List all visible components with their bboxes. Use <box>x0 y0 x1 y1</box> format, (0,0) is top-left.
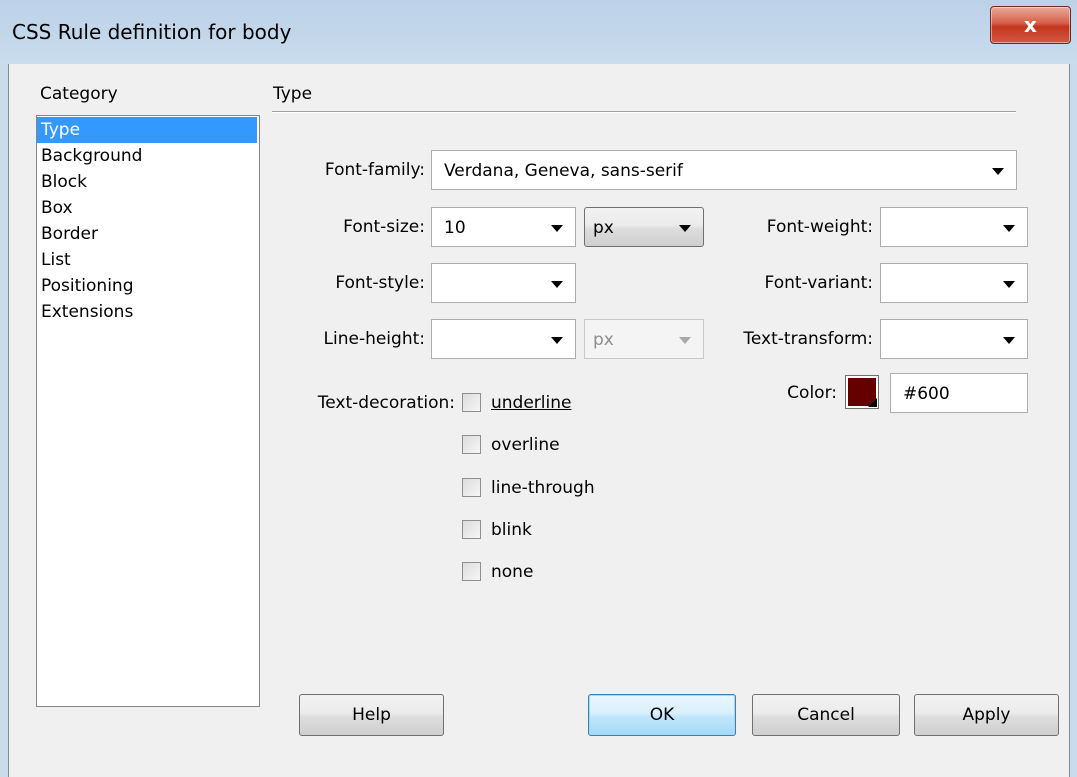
chevron-down-icon <box>679 225 691 232</box>
category-item-border[interactable]: Border <box>37 221 257 247</box>
color-label: Color: <box>787 383 837 403</box>
close-icon: x <box>1024 13 1037 37</box>
category-item-background[interactable]: Background <box>37 143 257 169</box>
color-picker-button[interactable] <box>845 375 879 409</box>
font-variant-label: Font-variant: <box>764 273 873 293</box>
font-weight-label: Font-weight: <box>766 217 873 237</box>
font-family-value: Verdana, Geneva, sans-serif <box>444 161 683 181</box>
underline-checkbox[interactable] <box>462 393 481 412</box>
line-height-unit-select: px <box>584 319 704 359</box>
font-family-select[interactable]: Verdana, Geneva, sans-serif <box>431 150 1017 190</box>
chevron-down-icon <box>679 337 691 344</box>
close-button[interactable]: x <box>990 6 1071 44</box>
category-item-list[interactable]: List <box>37 247 257 273</box>
help-button-label: Help <box>352 705 391 725</box>
font-weight-select[interactable] <box>880 207 1028 247</box>
category-item-extensions[interactable]: Extensions <box>37 299 257 325</box>
cancel-button-label: Cancel <box>797 705 855 725</box>
font-size-select[interactable]: 10 <box>431 207 576 247</box>
none-checkbox[interactable] <box>462 562 481 581</box>
chevron-down-icon <box>1003 225 1015 232</box>
ok-button[interactable]: OK <box>588 694 736 736</box>
panel-title: Type <box>273 84 313 104</box>
dropdown-corner-icon <box>868 398 877 407</box>
font-variant-select[interactable] <box>880 263 1028 303</box>
font-style-select[interactable] <box>431 263 576 303</box>
window-frame-right <box>1069 64 1077 777</box>
line-height-unit-value: px <box>593 330 614 350</box>
font-size-value: 10 <box>444 218 466 238</box>
apply-button-label: Apply <box>962 705 1011 725</box>
category-item-box[interactable]: Box <box>37 195 257 221</box>
chevron-down-icon <box>551 225 563 232</box>
color-input[interactable]: #600 <box>890 373 1028 413</box>
category-item-positioning[interactable]: Positioning <box>37 273 257 299</box>
window-frame-left <box>0 64 9 777</box>
underline-label[interactable]: underline <box>491 393 571 413</box>
font-style-label: Font-style: <box>335 273 425 293</box>
category-list[interactable]: Type Background Block Box Border List Po… <box>36 115 260 707</box>
panel-divider <box>272 111 1016 113</box>
text-transform-label: Text-transform: <box>743 329 873 349</box>
font-size-unit-select[interactable]: px <box>584 207 704 247</box>
line-through-checkbox[interactable] <box>462 478 481 497</box>
category-item-type[interactable]: Type <box>37 117 257 143</box>
category-header: Category <box>40 84 118 104</box>
chevron-down-icon <box>551 281 563 288</box>
cancel-button[interactable]: Cancel <box>752 694 900 736</box>
overline-label[interactable]: overline <box>491 435 560 455</box>
apply-button[interactable]: Apply <box>914 694 1059 736</box>
line-height-label: Line-height: <box>323 329 425 349</box>
category-item-block[interactable]: Block <box>37 169 257 195</box>
chevron-down-icon <box>1003 337 1015 344</box>
font-family-label: Font-family: <box>324 160 425 180</box>
blink-checkbox[interactable] <box>462 520 481 539</box>
help-button[interactable]: Help <box>299 694 444 736</box>
font-size-unit-value: px <box>593 218 614 238</box>
overline-checkbox[interactable] <box>462 435 481 454</box>
text-decoration-label: Text-decoration: <box>317 393 455 413</box>
font-size-label: Font-size: <box>343 217 425 237</box>
none-label[interactable]: none <box>491 562 533 582</box>
ok-button-label: OK <box>649 705 675 725</box>
window-title: CSS Rule definition for body <box>12 20 292 44</box>
line-height-select[interactable] <box>431 319 576 359</box>
text-transform-select[interactable] <box>880 319 1028 359</box>
line-through-label[interactable]: line-through <box>491 478 595 498</box>
chevron-down-icon <box>992 168 1004 175</box>
chevron-down-icon <box>551 337 563 344</box>
chevron-down-icon <box>1003 281 1015 288</box>
blink-label[interactable]: blink <box>491 520 532 540</box>
color-value: #600 <box>903 384 950 404</box>
